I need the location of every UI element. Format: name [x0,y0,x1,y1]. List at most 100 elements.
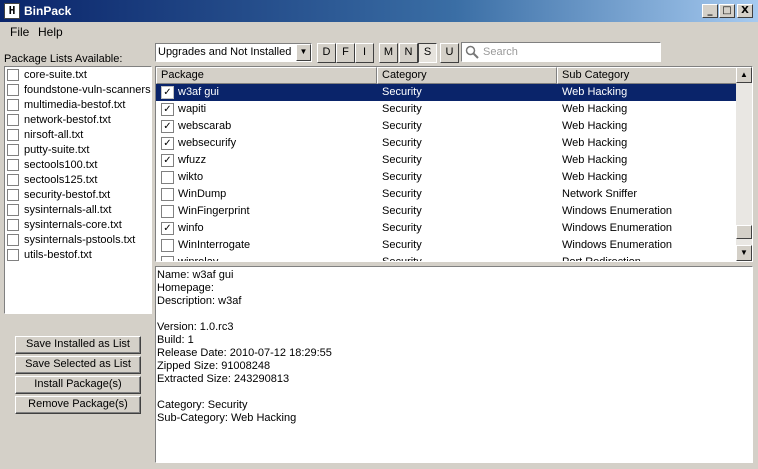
table-cell-package: WinDump [178,188,227,200]
table-cell-package: WinFingerprint [178,205,250,217]
table-cell-category: Security [382,86,422,98]
column-header-category[interactable]: Category [377,67,557,84]
package-list-checkbox[interactable] [7,159,19,171]
package-list-checkbox[interactable] [7,249,19,261]
table-cell-package: wikto [178,171,204,183]
row-checkbox[interactable] [161,171,174,184]
table-cell-category: Security [382,103,422,115]
table-row[interactable]: WinFingerprint Security Windows Enumeratio… [156,203,738,220]
package-list-label: nirsoft-all.txt [24,129,84,141]
table-cell-sub: Web Hacking [562,137,628,149]
table-cell-category: Security [382,154,422,166]
menu-help[interactable]: Help [38,25,63,39]
table-row[interactable]: ✓ websecurify Security Web Hacking [156,135,738,152]
table-scrollbar[interactable]: ▲ ▼ [736,67,752,261]
row-checkbox[interactable]: ✓ [161,103,174,116]
detail-homepage: Homepage: [157,282,214,294]
search-input[interactable]: Search [461,42,661,62]
table-cell-sub: Windows Enumeration [562,205,673,217]
filter-button-m[interactable]: M [379,43,398,63]
column-header-sub-category[interactable]: Sub Category [557,67,738,84]
package-list-checkbox[interactable] [7,234,19,246]
package-list-label: putty-suite.txt [24,144,90,156]
table-cell-sub: Web Hacking [562,120,628,132]
table-row[interactable]: ✓ w3af gui Security Web Hacking [156,84,738,101]
package-list-label: core-suite.txt [24,69,87,81]
package-list-checkbox[interactable] [7,69,19,81]
detail-extracted-size: Extracted Size: 243290813 [157,373,290,385]
package-list-checkbox[interactable] [7,84,19,96]
remove-packages-button[interactable]: Remove Package(s) [15,396,141,414]
row-checkbox[interactable]: ✓ [161,120,174,133]
package-list-label: multimedia-bestof.txt [24,99,126,111]
install-packages-button[interactable]: Install Package(s) [15,376,141,394]
table-cell-sub: Web Hacking [562,86,628,98]
column-header-package[interactable]: Package [156,67,377,84]
package-list-checkbox[interactable] [7,144,19,156]
save-installed-as-list-button[interactable]: Save Installed as List [15,336,141,354]
maximize-button[interactable]: □ [719,4,735,18]
package-list-checkbox[interactable] [7,189,19,201]
package-table[interactable]: Package Category Sub Category ✓ w3af gui S… [155,66,753,262]
package-list-checkbox[interactable] [7,99,19,111]
table-cell-package: WinInterrogate [178,239,251,251]
package-list-label: sysinternals-core.txt [24,219,122,231]
close-button[interactable]: X [737,4,753,18]
package-lists-label: Package Lists Available: [4,53,123,65]
table-cell-category: Security [382,222,422,234]
detail-spacer [157,308,751,321]
detail-spacer [157,386,751,399]
filter-button-u[interactable]: U [440,43,459,63]
menu-file[interactable]: File [10,25,29,39]
chevron-down-icon[interactable]: ▼ [296,44,311,61]
table-row[interactable]: ✓ wfuzz Security Web Hacking [156,152,738,169]
table-row[interactable]: ✓ wapiti Security Web Hacking [156,101,738,118]
package-list-checkbox[interactable] [7,219,19,231]
filter-button-i[interactable]: I [355,43,374,63]
table-cell-sub: Windows Enumeration [562,222,673,234]
table-row[interactable]: ✓ webscarab Security Web Hacking [156,118,738,135]
row-checkbox[interactable]: ✓ [161,154,174,167]
filter-button-s[interactable]: S [418,43,437,63]
minimize-button[interactable]: _ [702,4,718,18]
filter-button-f[interactable]: F [336,43,355,63]
filter-button-n[interactable]: N [399,43,418,63]
package-list-checkbox[interactable] [7,114,19,126]
scroll-down-icon[interactable]: ▼ [736,245,752,261]
detail-release-date: Release Date: 2010-07-12 18:29:55 [157,347,332,359]
package-list-label: utils-bestof.txt [24,249,92,261]
table-cell-package: websecurify [178,137,237,149]
table-row[interactable]: WinDump Security Network Sniffer [156,186,738,203]
table-cell-package: w3af gui [178,86,219,98]
search-placeholder: Search [483,46,518,58]
row-checkbox[interactable] [161,205,174,218]
search-icon [465,45,479,59]
detail-sub-category: Sub-Category: Web Hacking [157,412,297,424]
package-list-checkbox[interactable] [7,174,19,186]
detail-zipped-size: Zipped Size: 91008248 [157,360,271,372]
table-row[interactable]: WinInterrogate Security Windows Enumeratio… [156,237,738,254]
scroll-up-icon[interactable]: ▲ [736,67,752,83]
detail-description: Description: w3af [157,295,242,307]
binpack-app-icon[interactable]: H [4,3,20,19]
row-checkbox[interactable] [161,239,174,252]
row-checkbox[interactable] [161,256,174,261]
title-bar: H BinPack _ □ X [0,0,758,22]
table-cell-sub: Web Hacking [562,171,628,183]
row-checkbox[interactable]: ✓ [161,86,174,99]
table-row[interactable]: wikto Security Web Hacking [156,169,738,186]
filter-dropdown[interactable]: Upgrades and Not Installed ▼ [155,43,312,62]
package-list-checkbox[interactable] [7,129,19,141]
package-list-checkbox[interactable] [7,204,19,216]
table-cell-category: Security [382,171,422,183]
table-row[interactable]: winrelay Security Port Redirection [156,254,738,261]
table-row[interactable]: ✓ winfo Security Windows Enumeration [156,220,738,237]
save-selected-as-list-button[interactable]: Save Selected as List [15,356,141,374]
filter-button-d[interactable]: D [317,43,336,63]
scroll-thumb[interactable] [736,225,752,239]
row-checkbox[interactable]: ✓ [161,137,174,150]
row-checkbox[interactable] [161,188,174,201]
package-lists-box[interactable]: core-suite.txt foundstone-vuln-scanners. m… [4,66,152,314]
row-checkbox[interactable]: ✓ [161,222,174,235]
detail-name: Name: w3af gui [157,269,234,281]
